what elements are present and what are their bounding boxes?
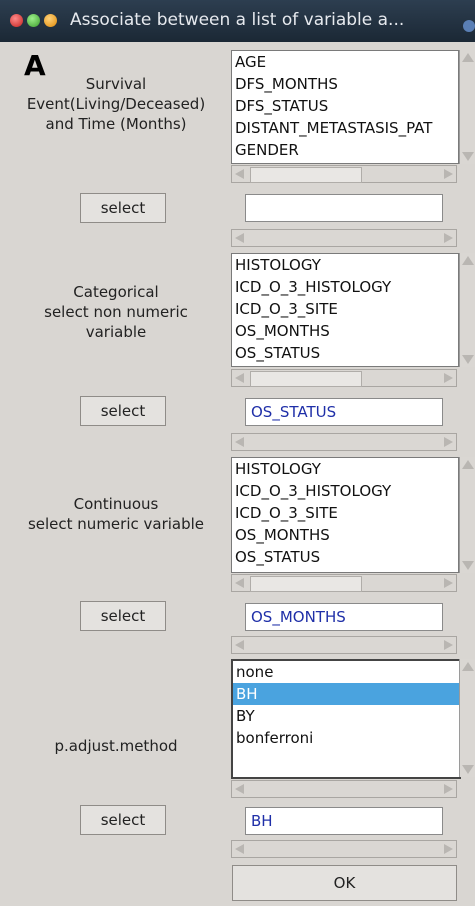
scroll-left-arrow-icon[interactable] <box>235 373 244 383</box>
title-bar: Associate between a list of variable a..… <box>0 0 475 42</box>
categorical-label-line-1: Categorical <box>73 283 159 301</box>
list-item[interactable]: OS_MONTHS <box>232 320 458 342</box>
minimize-window-button[interactable] <box>44 14 57 27</box>
continuous-variable-list[interactable]: HISTOLOGY ICD_O_3_HISTOLOGY ICD_O_3_SITE… <box>231 457 459 573</box>
padjust-label: p.adjust.method <box>54 737 178 755</box>
scroll-up-arrow-icon[interactable] <box>462 53 474 62</box>
window-controls <box>10 14 57 27</box>
scroll-down-arrow-icon[interactable] <box>462 561 474 570</box>
scroll-left-arrow-icon[interactable] <box>235 233 244 243</box>
padjust-method-list[interactable]: none BH BY bonferroni <box>231 659 461 779</box>
scroll-down-arrow-icon[interactable] <box>462 152 474 161</box>
scroll-right-arrow-icon[interactable] <box>444 640 453 650</box>
survival-variable-list[interactable]: AGE DFS_MONTHS DFS_STATUS DISTANT_METAST… <box>231 50 459 164</box>
continuous-horizontal-scrollbar[interactable] <box>231 574 457 592</box>
list-item[interactable]: OS_MONTHS <box>232 524 458 546</box>
continuous-select-button[interactable]: select <box>80 601 166 631</box>
continuous-label-line-2: select numeric variable <box>27 515 205 533</box>
scroll-down-arrow-icon[interactable] <box>462 765 474 774</box>
list-item[interactable]: bonferroni <box>233 727 459 749</box>
survival-field-scrollbar[interactable] <box>231 229 457 247</box>
survival-label-line-1: Survival <box>85 75 147 93</box>
categorical-vertical-scrollbar[interactable] <box>459 253 475 367</box>
list-item[interactable]: ICD_O_3_HISTOLOGY <box>232 480 458 502</box>
padjust-select-button[interactable]: select <box>80 805 166 835</box>
scroll-right-arrow-icon[interactable] <box>444 784 453 794</box>
app-icon <box>463 20 475 32</box>
close-window-button[interactable] <box>10 14 23 27</box>
list-item-selected[interactable]: BH <box>233 683 459 705</box>
list-item[interactable]: OS_STATUS <box>232 546 458 568</box>
scrollbar-thumb[interactable] <box>250 576 362 592</box>
scroll-left-arrow-icon[interactable] <box>235 437 244 447</box>
list-item[interactable]: BY <box>233 705 459 727</box>
list-item[interactable]: DISTANT_METASTASIS_PAT <box>232 117 458 139</box>
continuous-label-line-1: Continuous <box>73 495 159 513</box>
padjust-horizontal-scrollbar[interactable] <box>231 780 457 798</box>
scroll-up-arrow-icon[interactable] <box>462 256 474 265</box>
scroll-right-arrow-icon[interactable] <box>444 578 453 588</box>
survival-select-button[interactable]: select <box>80 193 166 223</box>
categorical-horizontal-scrollbar[interactable] <box>231 369 457 387</box>
categorical-label: Categorical select non numeric variable <box>5 282 227 342</box>
continuous-vertical-scrollbar[interactable] <box>459 457 475 573</box>
maximize-window-button[interactable] <box>27 14 40 27</box>
list-item[interactable]: ICD_O_3_HISTOLOGY <box>232 276 458 298</box>
categorical-label-line-3: variable <box>85 323 147 341</box>
categorical-selected-field[interactable]: OS_STATUS <box>245 398 443 426</box>
scroll-left-arrow-icon[interactable] <box>235 784 244 794</box>
continuous-label: Continuous select numeric variable <box>5 494 227 534</box>
scroll-right-arrow-icon[interactable] <box>444 373 453 383</box>
list-item[interactable]: GENDER <box>232 139 458 161</box>
survival-label-line-2: Event(Living/Deceased) <box>26 95 206 113</box>
list-item[interactable]: DFS_MONTHS <box>232 73 458 95</box>
list-item[interactable]: HISTOLOGY <box>232 254 458 276</box>
scroll-left-arrow-icon[interactable] <box>235 578 244 588</box>
survival-selected-field[interactable] <box>245 194 443 222</box>
survival-label: Survival Event(Living/Deceased) and Time… <box>5 74 227 134</box>
list-item[interactable]: HISTOLOGY <box>232 458 458 480</box>
scroll-left-arrow-icon[interactable] <box>235 169 244 179</box>
list-item[interactable]: none <box>233 661 459 683</box>
categorical-field-scrollbar[interactable] <box>231 433 457 451</box>
list-item[interactable]: ICD_O_3_SITE <box>232 298 458 320</box>
padjust-vertical-scrollbar[interactable] <box>459 659 475 777</box>
list-item[interactable]: OS_STATUS <box>232 342 458 364</box>
scroll-left-arrow-icon[interactable] <box>235 844 244 854</box>
scroll-up-arrow-icon[interactable] <box>462 460 474 469</box>
categorical-variable-list[interactable]: HISTOLOGY ICD_O_3_HISTOLOGY ICD_O_3_SITE… <box>231 253 459 367</box>
list-item[interactable]: AGE <box>232 51 458 73</box>
continuous-field-scrollbar[interactable] <box>231 636 457 654</box>
categorical-label-line-2: select non numeric <box>44 303 188 321</box>
scroll-left-arrow-icon[interactable] <box>235 640 244 650</box>
scrollbar-thumb[interactable] <box>250 371 362 387</box>
padjust-selected-field[interactable]: BH <box>245 807 443 835</box>
list-item[interactable]: DFS_STATUS <box>232 95 458 117</box>
scroll-up-arrow-icon[interactable] <box>462 662 474 671</box>
survival-vertical-scrollbar[interactable] <box>459 50 475 164</box>
scroll-down-arrow-icon[interactable] <box>462 355 474 364</box>
padjust-field-scrollbar[interactable] <box>231 840 457 858</box>
scrollbar-thumb[interactable] <box>250 167 362 183</box>
continuous-selected-field[interactable]: OS_MONTHS <box>245 603 443 631</box>
scroll-right-arrow-icon[interactable] <box>444 169 453 179</box>
survival-horizontal-scrollbar[interactable] <box>231 165 457 183</box>
scroll-right-arrow-icon[interactable] <box>444 233 453 243</box>
survival-label-line-3: and Time (Months) <box>45 115 187 133</box>
window-title: Associate between a list of variable a..… <box>70 10 405 30</box>
ok-button[interactable]: OK <box>232 865 457 901</box>
list-item[interactable]: ICD_O_3_SITE <box>232 502 458 524</box>
categorical-select-button[interactable]: select <box>80 396 166 426</box>
scroll-right-arrow-icon[interactable] <box>444 844 453 854</box>
scroll-right-arrow-icon[interactable] <box>444 437 453 447</box>
